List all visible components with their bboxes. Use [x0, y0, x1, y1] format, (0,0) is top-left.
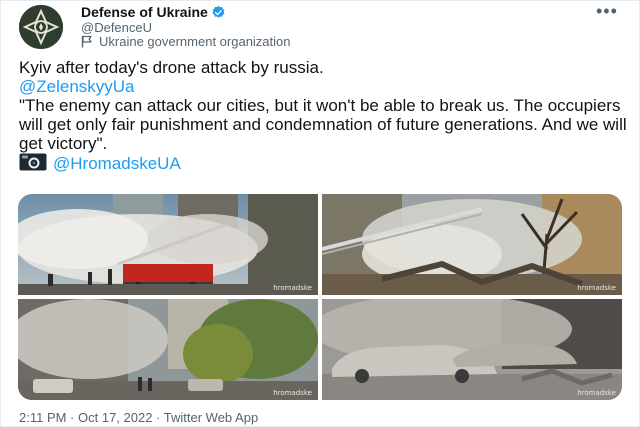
avatar[interactable] [19, 5, 63, 49]
photo-3-image [18, 299, 318, 400]
tweet-quote: "The enemy can attack our cities, but it… [19, 96, 627, 153]
more-options-icon[interactable]: ••• [596, 1, 618, 22]
photo-firefighters[interactable]: hromadske [18, 194, 318, 295]
mention-hromadske[interactable]: @HromadskeUA [53, 154, 181, 173]
photo-grid: hromadske hromadske hromadske hromadske [18, 194, 622, 400]
mention-zelenskyy[interactable]: @ZelenskyyUa [19, 77, 135, 96]
photo-watermark: hromadske [273, 284, 312, 292]
tweet-timestamp[interactable]: 2:11 PM · Oct 17, 2022 · Twitter Web App [19, 410, 258, 425]
tweet-line-1: Kyiv after today's drone attack by russi… [19, 58, 324, 77]
camera-icon [19, 153, 47, 175]
photo-4-image [322, 299, 622, 400]
photo-1-image [18, 194, 318, 295]
avatar-emblem [19, 5, 63, 49]
tweet-card: Defense of Ukraine @DefenceU Ukraine gov… [0, 0, 640, 427]
photo-watermark: hromadske [273, 389, 312, 397]
photo-watermark: hromadske [577, 389, 616, 397]
photo-ladder-building[interactable]: hromadske [322, 194, 622, 295]
photo-damaged-cars[interactable]: hromadske [322, 299, 622, 400]
photo-2-image [322, 194, 622, 295]
government-label: Ukraine government organization [81, 34, 291, 49]
tweet-text: Kyiv after today's drone attack by russi… [19, 58, 629, 175]
verified-badge-icon [211, 5, 226, 23]
photo-street-smoke[interactable]: hromadske [18, 299, 318, 400]
account-handle[interactable]: @DefenceU [81, 20, 152, 35]
photo-watermark: hromadske [577, 284, 616, 292]
government-flag-icon [81, 35, 93, 48]
